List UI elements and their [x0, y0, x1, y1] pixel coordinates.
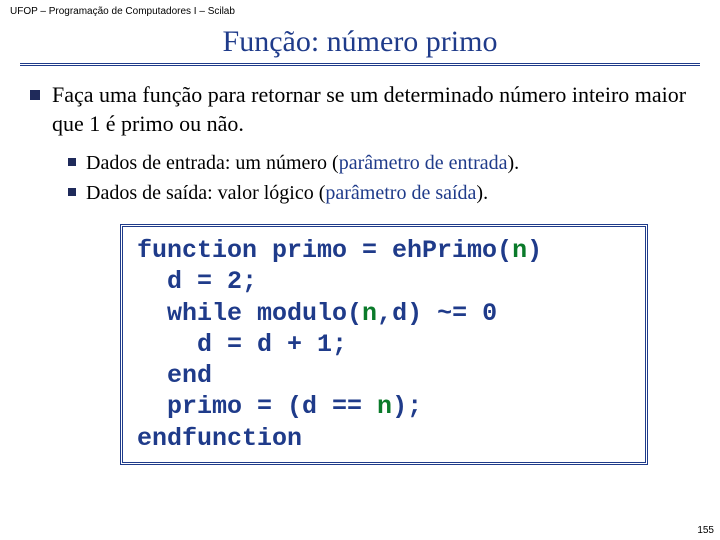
- code-line-1: function primo = ehPrimo(n): [137, 236, 542, 265]
- bullet-main-text: Faça uma função para retornar se um dete…: [52, 81, 690, 138]
- slide-content: Faça uma função para retornar se um dete…: [0, 81, 720, 465]
- sub1-param: parâmetro de entrada: [339, 152, 508, 174]
- code-line-6: primo = (d == n);: [137, 392, 422, 421]
- sub2-param: parâmetro de saída: [325, 182, 476, 204]
- course-header: UFOP – Programação de Computadores I – S…: [0, 0, 720, 19]
- slide-title: Função: número primo: [0, 25, 720, 59]
- code-block: function primo = ehPrimo(n) d = 2; while…: [120, 224, 648, 465]
- square-bullet-icon: [68, 188, 76, 196]
- sub2-prefix: Dados de saída: valor lógico (: [86, 182, 325, 204]
- title-rule: [20, 63, 700, 67]
- bullet-sub-1: Dados de entrada: um número (parâmetro d…: [68, 150, 690, 176]
- code-line-4: d = d + 1;: [137, 330, 347, 359]
- bullet-main: Faça uma função para retornar se um dete…: [30, 81, 690, 138]
- sub1-prefix: Dados de entrada: um número (: [86, 152, 339, 174]
- code-line-2: d = 2;: [137, 267, 257, 296]
- square-bullet-icon: [68, 158, 76, 166]
- sub2-suffix: ).: [476, 182, 488, 204]
- page-number: 155: [697, 525, 714, 536]
- sub1-suffix: ).: [508, 152, 520, 174]
- square-bullet-icon: [30, 90, 40, 100]
- code-line-3: while modulo(n,d) ~= 0: [137, 299, 497, 328]
- bullet-sub-2-text: Dados de saída: valor lógico (parâmetro …: [86, 180, 488, 206]
- bullet-sub-1-text: Dados de entrada: um número (parâmetro d…: [86, 150, 519, 176]
- code-line-7: endfunction: [137, 424, 302, 453]
- bullet-sub-2: Dados de saída: valor lógico (parâmetro …: [68, 180, 690, 206]
- code-line-5: end: [137, 361, 212, 390]
